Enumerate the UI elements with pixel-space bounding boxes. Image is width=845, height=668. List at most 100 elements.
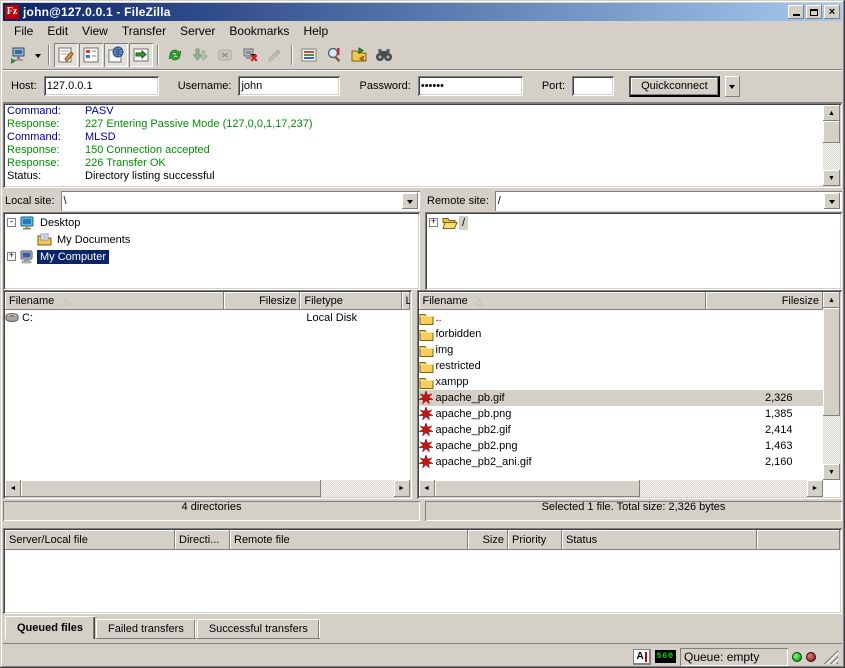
site-manager-button[interactable] (7, 43, 31, 67)
scroll-track[interactable] (823, 416, 840, 464)
scroll-left-icon[interactable]: ◄ (419, 480, 435, 497)
host-input[interactable] (44, 76, 159, 96)
chevron-down-icon[interactable] (402, 193, 418, 209)
transfer-queue-icon (132, 46, 150, 64)
find-files-button[interactable] (372, 43, 396, 67)
file-row[interactable]: apache_pb2.gif2,414 (419, 422, 824, 438)
resize-grip[interactable] (824, 650, 838, 664)
remote-site-combo[interactable]: / (495, 191, 842, 211)
tree-item[interactable]: +My Computer (5, 248, 418, 265)
process-queue-button[interactable] (188, 43, 212, 67)
file-row[interactable]: img (419, 342, 824, 358)
file-row[interactable]: apache_pb2_ani.gif2,160 (419, 454, 824, 470)
queue-column-server-local-file[interactable]: Server/Local file (5, 530, 175, 550)
column-header-filetype[interactable]: Filetype (300, 292, 401, 310)
log-line-label: Command: (7, 131, 85, 144)
scroll-left-icon[interactable]: ◄ (5, 480, 21, 497)
filename-filters-button[interactable] (297, 43, 321, 67)
scroll-track[interactable] (321, 480, 394, 497)
scroll-thumb[interactable] (823, 308, 840, 416)
scroll-right-icon[interactable]: ► (807, 480, 823, 497)
cancel-operation-button[interactable] (213, 43, 237, 67)
menu-server[interactable]: Server (173, 22, 222, 40)
column-header-filesize[interactable]: Filesize (224, 292, 300, 310)
log-scrollbar[interactable]: ▲ ▼ (823, 105, 840, 186)
synchronized-browsing-button[interactable] (347, 43, 371, 67)
port-input[interactable] (572, 76, 614, 96)
speed-limits-indicator[interactable]: 560 (655, 650, 676, 663)
maximize-button[interactable] (806, 5, 822, 19)
close-button[interactable]: × (824, 5, 840, 19)
scroll-thumb[interactable] (823, 121, 840, 143)
toggle-local-tree-button[interactable] (79, 43, 103, 67)
toggle-remote-tree-button[interactable] (104, 43, 128, 67)
scroll-right-icon[interactable]: ► (394, 480, 410, 497)
quickconnect-dropdown[interactable] (725, 76, 740, 97)
menu-bookmarks[interactable]: Bookmarks (222, 22, 296, 40)
data-type-indicator[interactable]: A (633, 649, 651, 665)
expand-icon[interactable]: + (429, 218, 438, 227)
file-row[interactable]: forbidden (419, 326, 824, 342)
file-row[interactable]: apache_pb.png1,385 (419, 406, 824, 422)
scroll-up-icon[interactable]: ▲ (823, 292, 840, 308)
file-row[interactable]: restricted (419, 358, 824, 374)
username-input[interactable] (238, 76, 340, 96)
local-hscrollbar[interactable]: ◄ ► (5, 480, 410, 497)
site-manager-dropdown[interactable] (32, 43, 44, 67)
queue-column-priority[interactable]: Priority (508, 530, 562, 550)
file-name: img (419, 343, 706, 358)
tab-successful-transfers[interactable]: Successful transfers (197, 619, 320, 639)
expand-icon[interactable]: + (7, 252, 16, 261)
queue-column-directi-[interactable]: Directi... (175, 530, 230, 550)
menu-file[interactable]: File (7, 22, 40, 40)
toggle-transfer-queue-button[interactable] (129, 43, 153, 67)
tree-item[interactable]: +/ (427, 214, 840, 231)
column-header-filename[interactable]: Filename△ (419, 292, 706, 310)
file-row[interactable]: xampp (419, 374, 824, 390)
chevron-down-icon[interactable] (824, 193, 840, 209)
scroll-track[interactable] (640, 480, 808, 497)
menu-transfer[interactable]: Transfer (115, 22, 173, 40)
tab-queued-files[interactable]: Queued files (5, 616, 95, 639)
scroll-down-icon[interactable]: ▼ (823, 464, 840, 480)
menu-help[interactable]: Help (296, 22, 335, 40)
toggle-message-log-button[interactable] (54, 43, 78, 67)
refresh-button[interactable] (163, 43, 187, 67)
file-row[interactable]: C:Local Disk (5, 310, 410, 326)
scroll-thumb[interactable] (21, 480, 321, 497)
column-header-label: Filetype (304, 295, 343, 307)
tree-item[interactable]: -Desktop (5, 214, 418, 231)
reconnect-button[interactable] (263, 43, 287, 67)
minimize-button[interactable] (788, 5, 804, 19)
local-file-list: Filename△FilesizeFiletypeL C:Local Disk … (3, 290, 412, 499)
scroll-track[interactable] (823, 143, 840, 170)
column-header-filename[interactable]: Filename△ (5, 292, 224, 310)
file-row[interactable]: apache_pb.gif2,326 (419, 390, 824, 406)
queue-column-size[interactable]: Size (468, 530, 508, 550)
local-site-combo[interactable]: \ (61, 191, 420, 211)
column-header-l[interactable]: L (402, 292, 410, 310)
column-header-label: L (406, 295, 410, 307)
remote-vscrollbar[interactable]: ▲ ▼ (823, 292, 840, 480)
collapse-icon[interactable]: - (7, 218, 16, 227)
directory-comparison-button[interactable] (322, 43, 346, 67)
message-log-icon (57, 46, 75, 64)
scroll-up-icon[interactable]: ▲ (823, 105, 840, 121)
queue-column-remote-file[interactable]: Remote file (230, 530, 468, 550)
password-input[interactable] (418, 76, 523, 96)
file-name-label: img (436, 344, 454, 356)
disconnect-button[interactable] (238, 43, 262, 67)
tree-item[interactable]: My Documents (5, 231, 418, 248)
remote-hscrollbar[interactable]: ◄ ► (419, 480, 824, 497)
quickconnect-button[interactable]: Quickconnect (629, 76, 720, 97)
column-header-filesize[interactable]: Filesize (706, 292, 824, 310)
menu-edit[interactable]: Edit (40, 22, 75, 40)
menu-view[interactable]: View (75, 22, 115, 40)
queue-column-status[interactable]: Status (562, 530, 757, 550)
queue-splitter[interactable] (3, 521, 842, 528)
file-row[interactable]: .. (419, 310, 824, 326)
scroll-thumb[interactable] (435, 480, 640, 497)
scroll-down-icon[interactable]: ▼ (823, 170, 840, 186)
file-row[interactable]: apache_pb2.png1,463 (419, 438, 824, 454)
tab-failed-transfers[interactable]: Failed transfers (96, 619, 196, 639)
